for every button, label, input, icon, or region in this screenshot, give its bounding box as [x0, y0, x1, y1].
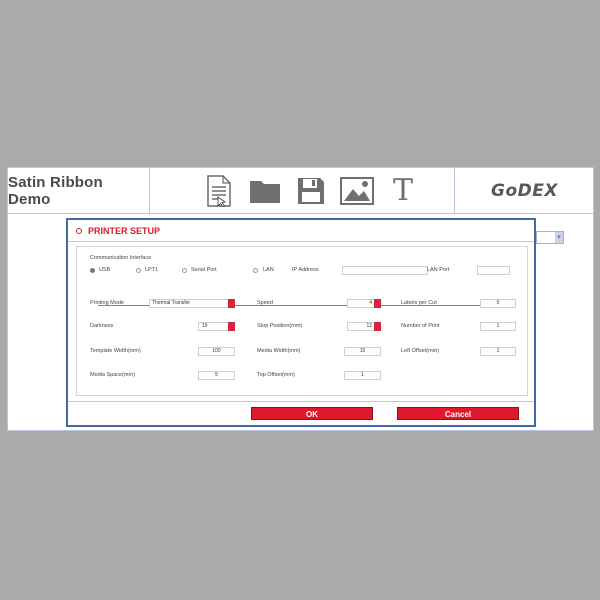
media-width-input[interactable]: 15 — [344, 347, 381, 356]
folder-icon[interactable] — [248, 174, 282, 208]
app-title-cell: Satin Ribbon Demo — [8, 168, 150, 214]
media-width-label: Media Width(mm) — [257, 348, 301, 354]
labels-per-cut-label: Labels per Cut — [401, 300, 437, 306]
chevron-down-icon — [228, 299, 235, 308]
radio-serial-port[interactable] — [182, 268, 187, 273]
circle-icon — [76, 227, 82, 234]
radio-usb[interactable] — [90, 268, 95, 273]
radio-lan[interactable] — [253, 268, 258, 273]
dialog-header: PRINTER SETUP — [68, 220, 534, 242]
stepper-arrow-icon[interactable] — [374, 299, 381, 308]
dialog-footer: OK Cancel — [68, 401, 534, 425]
radio-lpt1[interactable] — [136, 268, 141, 273]
number-of-print-input[interactable]: 1 — [480, 322, 516, 331]
printing-mode-label: Printing Mode — [90, 300, 124, 306]
labels-per-cut-input[interactable]: 0 — [480, 299, 516, 308]
darkness-stepper[interactable]: 15 — [198, 322, 235, 331]
speed-value: 4 — [369, 300, 372, 306]
ok-button[interactable]: OK — [251, 407, 373, 420]
darkness-value: 15 — [202, 323, 208, 329]
template-width-input[interactable]: 100 — [198, 347, 235, 356]
template-width-label: Template Width(mm) — [90, 348, 141, 354]
printing-mode-select[interactable]: Thermal Transfer — [149, 299, 235, 308]
left-offset-label: Left Offset(mm) — [401, 348, 440, 354]
ip-address-input[interactable] — [342, 266, 428, 275]
ip-address-label: IP Address — [292, 267, 319, 273]
darkness-label: Darkness — [90, 323, 114, 329]
stepper-arrow-icon[interactable] — [374, 322, 381, 331]
top-offset-label: Top Offset(mm) — [257, 372, 295, 378]
radio-lpt1-label: LPT1 — [145, 267, 159, 273]
dialog-body: Communication Interface USB LPT1 Serial … — [76, 246, 528, 396]
number-of-print-label: Number of Print — [401, 323, 440, 329]
chevron-down-icon: ▾ — [555, 232, 563, 243]
left-offset-input[interactable]: 1 — [480, 347, 516, 356]
save-icon[interactable] — [294, 174, 328, 208]
image-icon[interactable] — [340, 174, 374, 208]
radio-serial-port-label: Serial Port — [191, 267, 217, 273]
text-icon[interactable]: T — [386, 173, 420, 208]
app-title: Satin Ribbon Demo — [8, 173, 103, 208]
document-icon[interactable] — [202, 174, 236, 208]
lan-port-label: LAN Port — [427, 267, 450, 273]
godex-logo: GoDEX — [491, 180, 558, 201]
cancel-button[interactable]: Cancel — [397, 407, 519, 420]
logo-cell: GoDEX — [454, 168, 594, 214]
media-space-input[interactable]: 5 — [198, 371, 235, 380]
background-dropdown[interactable]: ▾ — [536, 231, 564, 244]
dialog-title: PRINTER SETUP — [88, 225, 161, 236]
radio-lan-label: LAN — [263, 267, 274, 273]
lan-port-input[interactable] — [477, 266, 510, 275]
stop-position-value: 12 — [366, 323, 372, 329]
printer-setup-dialog: PRINTER SETUP Communication Interface US… — [66, 218, 536, 427]
radio-usb-label: USB — [99, 267, 111, 273]
top-offset-input[interactable]: 1 — [344, 371, 381, 380]
text-glyph: T — [392, 173, 413, 208]
speed-stepper[interactable]: 4 — [347, 299, 381, 308]
printing-mode-value: Thermal Transfer — [152, 300, 191, 306]
speed-label: Speed — [257, 300, 273, 306]
stepper-arrow-icon[interactable] — [228, 322, 235, 331]
stop-position-label: Stop Position(mm) — [257, 323, 303, 329]
stop-position-stepper[interactable]: 12 — [347, 322, 381, 331]
toolbar: T — [150, 168, 454, 214]
media-space-label: Media Space(mm) — [90, 372, 135, 378]
communication-heading: Communication Interface — [90, 255, 152, 261]
